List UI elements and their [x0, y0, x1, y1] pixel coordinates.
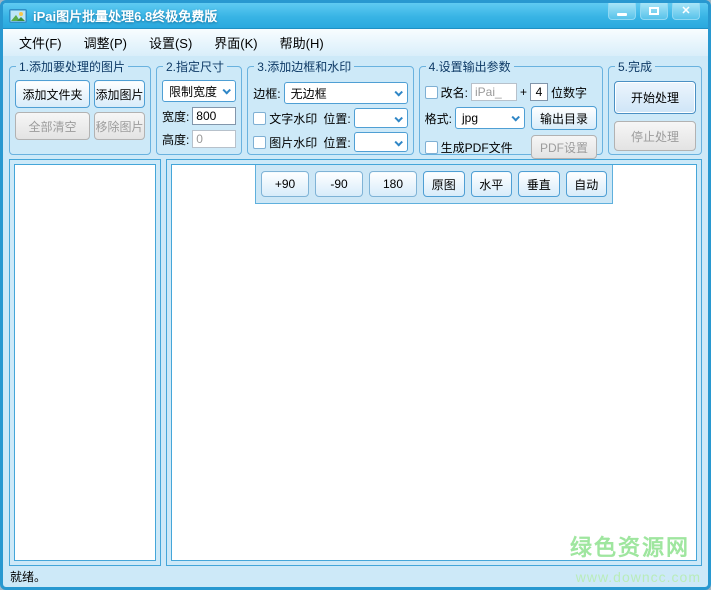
rotate-180-button[interactable]: 180: [369, 171, 417, 197]
rotate-minus90-button[interactable]: -90: [315, 171, 363, 197]
toolbox-row: 1.添加要处理的图片 添加文件夹 添加图片 全部清空 移除图片 2.指定尺寸 限…: [3, 56, 708, 159]
app-window: iPai图片批量处理6.8终极免费版 ✕ 文件(F) 调整(P) 设置(S) 界…: [0, 0, 711, 590]
menu-item-interface[interactable]: 界面(K): [206, 29, 271, 56]
menu-item-settings[interactable]: 设置(S): [141, 29, 206, 56]
original-button[interactable]: 原图: [423, 171, 465, 197]
image-watermark-pos-label: 位置:: [323, 134, 350, 151]
image-watermark-label: 图片水印: [269, 134, 317, 151]
image-watermark-pos-select[interactable]: [354, 132, 408, 152]
preview-panel: +90 -90 180 原图 水平 垂直 自动 绿色资源网: [166, 159, 702, 566]
width-label: 宽度:: [162, 108, 189, 125]
add-image-button[interactable]: 添加图片: [94, 80, 145, 108]
maximize-icon: [649, 7, 659, 15]
chevron-down-icon: [394, 88, 402, 96]
start-processing-button[interactable]: 开始处理: [614, 81, 696, 114]
group-output-params: 4.设置输出参数 改名: + 位数字 格式: jpg 输出目录 生: [419, 58, 603, 155]
close-icon: ✕: [681, 6, 690, 17]
group-border-watermark: 3.添加边框和水印 边框: 无边框 文字水印 位置:: [247, 58, 413, 155]
group-add-images-title: 1.添加要处理的图片: [16, 58, 128, 75]
menubar: 文件(F) 调整(P) 设置(S) 界面(K) 帮助(H): [3, 29, 708, 56]
image-list[interactable]: [14, 164, 156, 561]
menu-item-help[interactable]: 帮助(H): [272, 29, 338, 56]
image-list-panel: [9, 159, 161, 566]
workspace: +90 -90 180 原图 水平 垂直 自动 绿色资源网: [3, 159, 708, 566]
height-label: 高度:: [162, 131, 189, 148]
format-select[interactable]: jpg: [455, 107, 525, 129]
group-finish: 5.完成 开始处理 停止处理: [608, 58, 702, 155]
rotate-toolbar: +90 -90 180 原图 水平 垂直 自动: [255, 165, 613, 204]
group-size-title: 2.指定尺寸: [163, 58, 227, 75]
app-icon: [9, 9, 27, 23]
preview-area: +90 -90 180 原图 水平 垂直 自动 绿色资源网: [171, 164, 697, 561]
group-size: 2.指定尺寸 限制宽度 宽度: 高度:: [156, 58, 242, 155]
digits-label: 位数字: [551, 84, 587, 101]
close-button[interactable]: ✕: [672, 3, 700, 20]
image-watermark-checkbox[interactable]: [253, 136, 266, 149]
pdf-checkbox[interactable]: [425, 141, 438, 154]
output-dir-button[interactable]: 输出目录: [531, 106, 597, 130]
size-mode-value: 限制宽度: [169, 83, 217, 100]
auto-button[interactable]: 自动: [566, 171, 608, 197]
menu-item-adjust[interactable]: 调整(P): [76, 29, 141, 56]
group-add-images: 1.添加要处理的图片 添加文件夹 添加图片 全部清空 移除图片: [9, 58, 151, 155]
group-output-params-title: 4.设置输出参数: [426, 58, 514, 75]
format-label: 格式:: [425, 110, 452, 127]
minimize-button[interactable]: [608, 3, 636, 20]
titlebar: iPai图片批量处理6.8终极免费版 ✕: [3, 3, 708, 29]
watermark-site-name: 绿色资源网: [570, 530, 690, 562]
height-input[interactable]: [192, 130, 236, 148]
border-value: 无边框: [291, 85, 327, 102]
remove-image-button[interactable]: 移除图片: [94, 112, 145, 140]
format-value: jpg: [462, 111, 478, 125]
pdf-settings-button[interactable]: PDF设置: [531, 135, 597, 159]
add-folder-button[interactable]: 添加文件夹: [15, 80, 90, 108]
rotate-plus90-button[interactable]: +90: [261, 171, 309, 197]
flip-horizontal-button[interactable]: 水平: [471, 171, 513, 197]
chevron-down-icon: [394, 114, 402, 122]
flip-vertical-button[interactable]: 垂直: [518, 171, 560, 197]
group-border-watermark-title: 3.添加边框和水印: [254, 58, 354, 75]
chevron-down-icon: [511, 113, 519, 121]
stop-processing-button[interactable]: 停止处理: [614, 121, 696, 151]
digits-input[interactable]: [530, 83, 548, 101]
text-watermark-pos-label: 位置:: [323, 110, 350, 127]
clear-all-button[interactable]: 全部清空: [15, 112, 90, 140]
window-title: iPai图片批量处理6.8终极免费版: [33, 6, 217, 25]
border-select[interactable]: 无边框: [284, 82, 408, 104]
minimize-icon: [617, 13, 627, 16]
rename-checkbox[interactable]: [425, 86, 438, 99]
chevron-down-icon: [223, 86, 231, 94]
plus-sign: +: [520, 85, 527, 99]
size-mode-select[interactable]: 限制宽度: [162, 80, 236, 102]
rename-prefix-input[interactable]: [471, 83, 517, 101]
chevron-down-icon: [394, 138, 402, 146]
group-finish-title: 5.完成: [615, 58, 655, 75]
rename-label: 改名:: [441, 84, 468, 101]
maximize-button[interactable]: [640, 3, 668, 20]
text-watermark-checkbox[interactable]: [253, 112, 266, 125]
text-watermark-pos-select[interactable]: [354, 108, 408, 128]
watermark-site-url: www.downcc.com: [576, 569, 701, 585]
status-text: 就绪。: [10, 568, 46, 585]
statusbar: 就绪。 www.downcc.com: [3, 566, 708, 587]
width-input[interactable]: [192, 107, 236, 125]
border-label: 边框:: [253, 85, 280, 102]
pdf-check-label: 生成PDF文件: [441, 139, 513, 156]
text-watermark-label: 文字水印: [269, 110, 317, 127]
menu-item-file[interactable]: 文件(F): [11, 29, 76, 56]
window-controls: ✕: [608, 3, 700, 20]
